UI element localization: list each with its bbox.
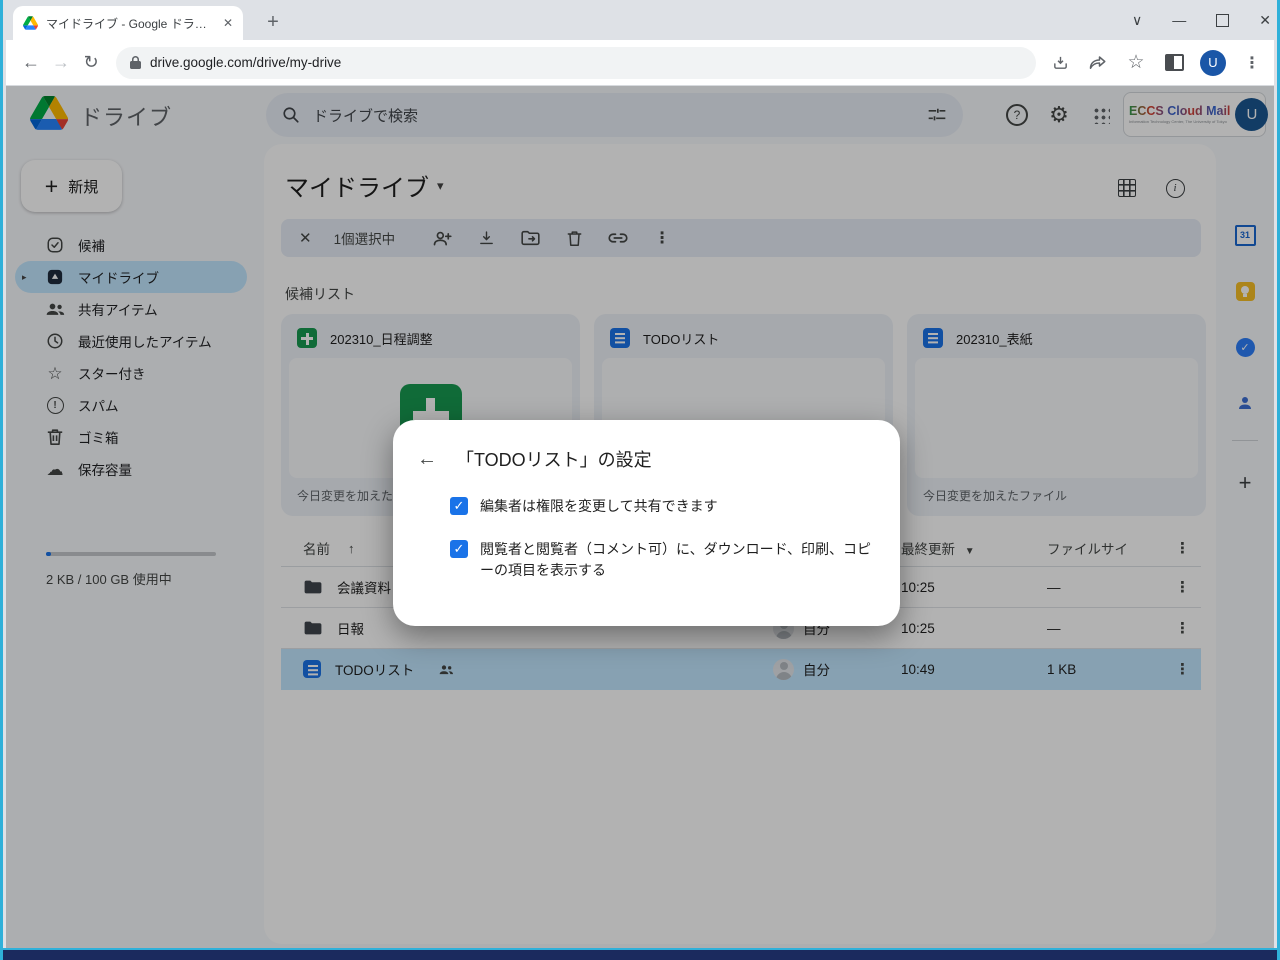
share-settings-dialog: ← 「TODOリスト」の設定 編集者は権限を変更して共有できます 閲覧者と閲覧者… (393, 420, 900, 626)
tab-bar: マイドライブ - Google ドライブ ✕ + ∨ — ✕ (3, 0, 1277, 40)
side-panel-icon[interactable] (1162, 51, 1186, 75)
checkbox-label: 編集者は権限を変更して共有できます (480, 496, 872, 517)
browser-menu-icon[interactable]: ⋮ (1240, 51, 1264, 75)
checkbox-checked-icon[interactable] (450, 497, 468, 515)
lock-icon (130, 56, 141, 69)
bookmark-star-icon[interactable]: ☆ (1124, 51, 1148, 75)
dialog-back-icon[interactable]: ← (417, 449, 437, 469)
window-close-button[interactable]: ✕ (1259, 12, 1271, 29)
window-maximize-button[interactable] (1216, 14, 1229, 27)
share-icon[interactable] (1086, 51, 1110, 75)
window-chevron-icon[interactable]: ∨ (1132, 12, 1142, 29)
tab-close-icon[interactable]: ✕ (223, 16, 233, 30)
window-minimize-button[interactable]: — (1172, 12, 1186, 28)
url-text: drive.google.com/drive/my-drive (150, 55, 341, 70)
browser-toolbar: ← → ↻ drive.google.com/drive/my-drive ☆ … (6, 40, 1274, 86)
reload-icon[interactable]: ↻ (76, 48, 106, 78)
editors-share-option[interactable]: 編集者は権限を変更して共有できます (450, 496, 900, 517)
browser-tab[interactable]: マイドライブ - Google ドライブ ✕ (13, 6, 243, 40)
address-bar[interactable]: drive.google.com/drive/my-drive (116, 47, 1036, 79)
back-icon[interactable]: ← (16, 48, 46, 78)
dialog-title: 「TODOリスト」の設定 (456, 446, 652, 472)
checkbox-label: 閲覧者と閲覧者（コメント可）に、ダウンロード、印刷、コピーの項目を表示する (480, 539, 872, 581)
browser-avatar[interactable]: U (1200, 50, 1226, 76)
browser-window: マイドライブ - Google ドライブ ✕ + ∨ — ✕ ← → ↻ dri… (0, 0, 1280, 960)
checkbox-checked-icon[interactable] (450, 540, 468, 558)
drive-favicon-icon (23, 16, 38, 30)
download-tray-icon[interactable] (1048, 51, 1072, 75)
tab-title: マイドライブ - Google ドライブ (46, 15, 215, 32)
new-tab-button[interactable]: + (259, 8, 287, 36)
window-bottom-frame (3, 948, 1277, 960)
viewers-download-option[interactable]: 閲覧者と閲覧者（コメント可）に、ダウンロード、印刷、コピーの項目を表示する (450, 539, 900, 581)
forward-icon[interactable]: → (46, 48, 76, 78)
